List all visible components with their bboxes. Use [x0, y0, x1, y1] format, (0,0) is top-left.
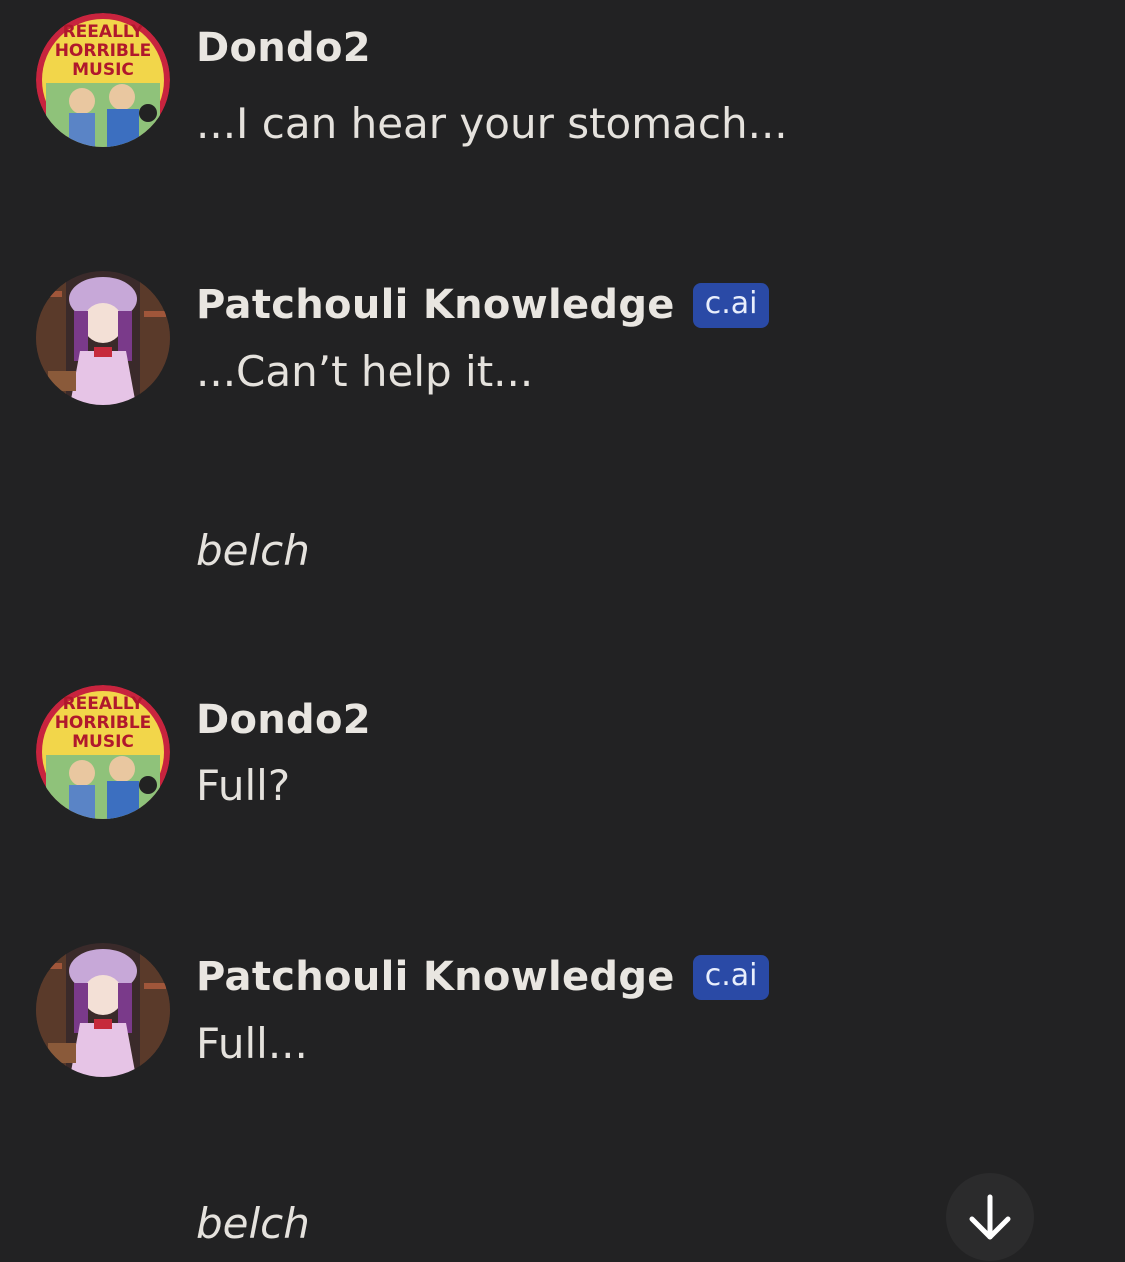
patchouli-avatar-image — [36, 943, 170, 1077]
scroll-to-bottom-button[interactable] — [946, 1173, 1034, 1261]
album-art-avatar-image: REEALLY HORRIBLE MUSIC — [36, 685, 170, 819]
message-text: ...I can hear your stomach... — [196, 99, 788, 148]
cai-badge: c.ai — [692, 954, 770, 1000]
avatar-text-line2: HORRIBLE — [55, 41, 152, 61]
author-name[interactable]: Dondo2 — [196, 697, 371, 743]
avatar[interactable]: REEALLY HORRIBLE MUSIC — [36, 13, 170, 147]
message-text: Full... — [196, 1019, 308, 1068]
avatar-text-line3: MUSIC — [72, 60, 134, 80]
avatar[interactable]: REEALLY HORRIBLE MUSIC — [36, 685, 170, 819]
author-name[interactable]: Patchouli Knowledge — [196, 282, 675, 328]
album-art-avatar-image: REEALLY HORRIBLE MUSIC — [36, 13, 170, 147]
chat-thread: REEALLY HORRIBLE MUSIC Dondo2 ...I can h… — [0, 0, 1125, 1262]
author-name[interactable]: Dondo2 — [196, 25, 371, 71]
message-text: Full? — [196, 761, 291, 810]
message-action-text: belch — [196, 526, 310, 575]
arrow-down-icon — [969, 1194, 1011, 1240]
message-text: ...Can’t help it... — [196, 347, 534, 396]
author-name[interactable]: Patchouli Knowledge — [196, 954, 675, 1000]
avatar-text-line3: MUSIC — [72, 732, 134, 752]
avatar-text-line1: REEALLY — [63, 22, 144, 42]
patchouli-avatar-image — [36, 271, 170, 405]
avatar[interactable] — [36, 943, 170, 1077]
message-action-text: belch — [196, 1199, 310, 1248]
avatar-text-line2: HORRIBLE — [55, 713, 152, 733]
avatar-text-line1: REEALLY — [63, 694, 144, 714]
avatar[interactable] — [36, 271, 170, 405]
cai-badge: c.ai — [692, 282, 770, 328]
